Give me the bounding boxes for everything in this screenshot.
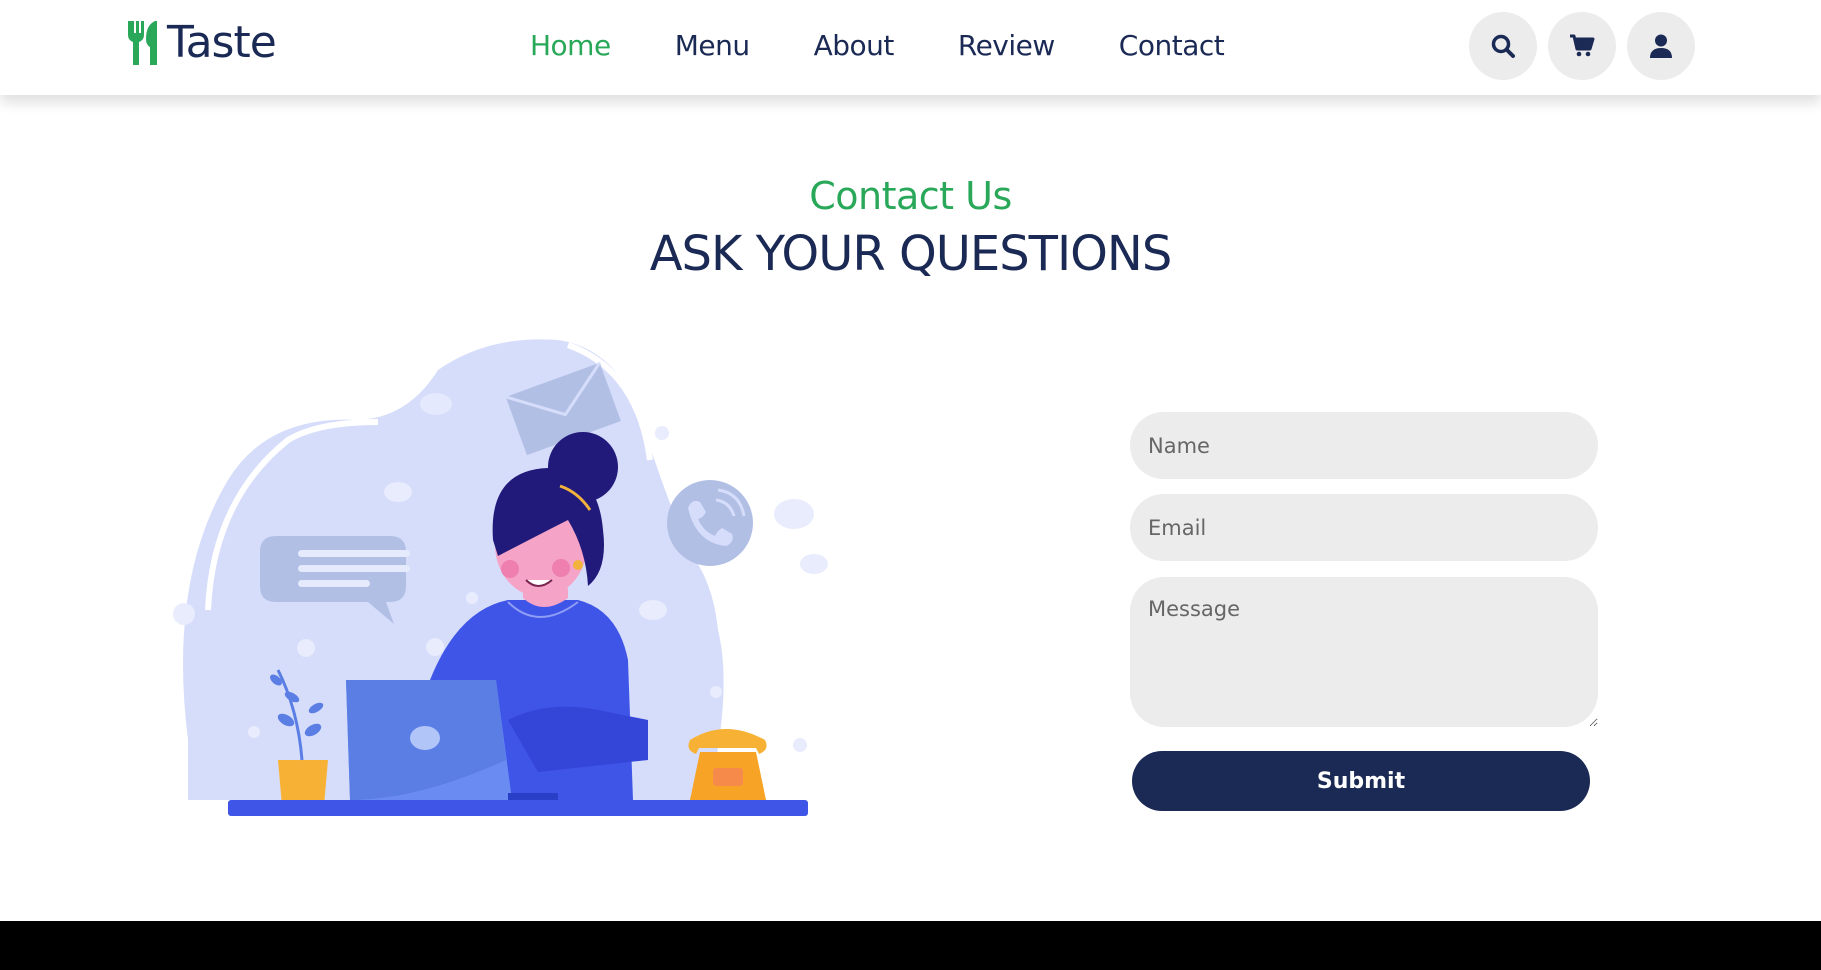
logo-text: Taste bbox=[167, 17, 277, 68]
section-subtitle: Contact Us bbox=[809, 174, 1012, 218]
main-nav: Home Menu About Review Contact bbox=[530, 27, 1288, 65]
footer bbox=[0, 921, 1821, 970]
utensils-icon bbox=[128, 21, 157, 65]
contact-illustration bbox=[173, 339, 828, 816]
nav-review[interactable]: Review bbox=[958, 27, 1055, 65]
email-input[interactable] bbox=[1130, 494, 1598, 561]
header: Taste Home Menu About Review Contact bbox=[0, 0, 1821, 95]
nav-menu[interactable]: Menu bbox=[675, 27, 750, 65]
search-button[interactable] bbox=[1469, 12, 1537, 80]
cart-button[interactable] bbox=[1548, 12, 1616, 80]
logo[interactable]: Taste bbox=[125, 17, 277, 68]
submit-button[interactable]: Submit bbox=[1132, 751, 1590, 811]
user-icon bbox=[1650, 34, 1672, 58]
nav-contact[interactable]: Contact bbox=[1119, 27, 1225, 65]
user-button[interactable] bbox=[1627, 12, 1695, 80]
nav-about[interactable]: About bbox=[814, 27, 895, 65]
search-icon bbox=[1491, 34, 1515, 58]
name-input[interactable] bbox=[1130, 412, 1598, 479]
nav-home[interactable]: Home bbox=[530, 27, 611, 65]
header-icons bbox=[1469, 12, 1706, 80]
section-title: ASK YOUR QUESTIONS bbox=[649, 226, 1173, 282]
cart-icon bbox=[1570, 34, 1595, 57]
message-textarea[interactable] bbox=[1130, 577, 1598, 727]
